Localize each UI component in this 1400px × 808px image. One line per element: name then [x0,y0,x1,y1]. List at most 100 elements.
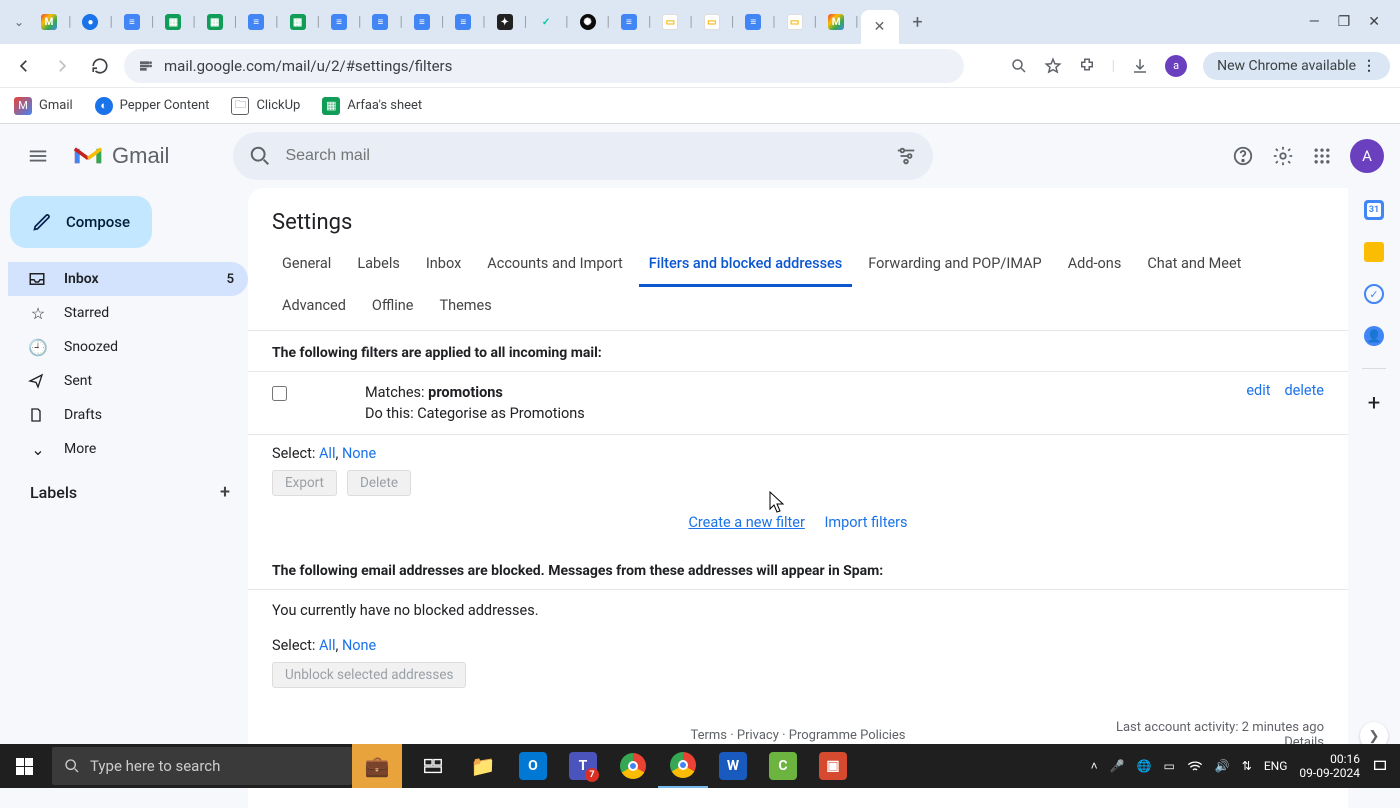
tab-doc-2[interactable]: ≡ [239,7,273,37]
tab-check[interactable]: ✓ [529,7,563,37]
tab-dark[interactable]: ✦ [488,7,522,37]
calendar-icon[interactable]: 31 [1364,200,1384,220]
tab-sheet-1[interactable]: ▦ [156,7,190,37]
back-button[interactable] [10,52,38,80]
sidebar-item-drafts[interactable]: Drafts [8,398,248,432]
support-icon[interactable] [1232,145,1254,167]
add-label-icon[interactable]: + [220,482,230,503]
tab-doc-8[interactable]: ≡ [736,7,770,37]
tab-sheet-2[interactable]: ▦ [198,7,232,37]
bookmark-star-icon[interactable] [1044,57,1062,75]
reload-button[interactable] [86,52,114,80]
taskbar-app-briefcase[interactable]: 💼 [352,744,402,788]
gmail-logo[interactable]: Gmail [72,143,169,169]
bookmark-gmail[interactable]: M Gmail [14,97,73,115]
tab-slides-1[interactable]: ▭ [653,7,687,37]
sidebar-item-inbox[interactable]: Inbox 5 [8,262,248,296]
select-all-link[interactable]: All [319,445,336,462]
sidebar-item-more[interactable]: ⌄ More [8,432,248,466]
tab-chat[interactable]: Chat and Meet [1137,245,1251,287]
site-info-icon[interactable] [138,58,154,74]
taskbar-app-red[interactable]: ▣ [808,744,858,788]
tab-accounts[interactable]: Accounts and Import [477,245,632,287]
forward-button[interactable] [48,52,76,80]
tab-addons[interactable]: Add-ons [1058,245,1132,287]
search-icon[interactable] [249,145,271,167]
select-none-link[interactable]: None [342,445,376,462]
tab-slides-3[interactable]: ▭ [778,7,812,37]
delete-filter-link[interactable]: delete [1284,382,1324,399]
tab-doc-3[interactable]: ≡ [322,7,356,37]
chrome-update-button[interactable]: New Chrome available ⋮ [1203,52,1390,80]
taskbar-search[interactable]: Type here to search [52,747,352,785]
taskbar-camtasia[interactable]: C [758,744,808,788]
select-all-blocked-link[interactable]: All [319,637,336,654]
tab-active-settings[interactable]: ✕ [861,10,899,44]
tab-filters[interactable]: Filters and blocked addresses [639,245,853,287]
taskbar-word[interactable]: W [708,744,758,788]
tab-forwarding[interactable]: Forwarding and POP/IMAP [858,245,1051,287]
taskbar-taskview[interactable] [408,744,458,788]
tray-wifi-icon[interactable] [1187,759,1203,773]
tray-globe-icon[interactable]: 🌐 [1137,759,1152,773]
tab-gmail[interactable]: M [32,7,66,37]
compose-button[interactable]: Compose [10,196,152,248]
zoom-icon[interactable] [1010,57,1028,75]
settings-gear-icon[interactable] [1272,145,1294,167]
close-tab-icon[interactable]: ✕ [874,19,886,35]
apps-grid-icon[interactable] [1312,146,1332,166]
export-button[interactable]: Export [272,470,337,496]
minimize-button[interactable]: — [1309,14,1320,30]
keep-icon[interactable] [1364,242,1384,262]
bookmark-pepper[interactable]: ◐ Pepper Content [95,97,210,115]
tab-offline[interactable]: Offline [362,287,424,326]
tab-themes[interactable]: Themes [429,287,501,326]
delete-button[interactable]: Delete [347,470,411,496]
tray-lang[interactable]: ENG [1264,759,1288,773]
taskbar-chrome-1[interactable] [608,744,658,788]
sidebar-item-sent[interactable]: Sent [8,364,248,398]
sidebar-item-starred[interactable]: ☆ Starred [8,296,248,330]
unblock-button[interactable]: Unblock selected addresses [272,662,466,688]
sidebar-item-snoozed[interactable]: 🕘 Snoozed [8,330,248,364]
tray-sync-icon[interactable]: ⇅ [1242,759,1252,773]
tab-openai[interactable]: ✺ [571,7,605,37]
edit-filter-link[interactable]: edit [1246,382,1270,399]
tray-mic-icon[interactable]: 🎤 [1110,759,1125,773]
create-filter-link[interactable]: Create a new filter [688,514,804,531]
extensions-icon[interactable] [1078,57,1096,75]
omnibox[interactable]: mail.google.com/mail/u/2/#settings/filte… [124,49,964,83]
taskbar-chrome-2[interactable] [658,744,708,788]
tray-chevron-icon[interactable]: ˄ [1091,759,1098,773]
maximize-button[interactable]: ❐ [1338,14,1351,30]
tab-gmail-2[interactable]: M [819,7,853,37]
taskbar-teams[interactable]: T7 [558,744,608,788]
tray-volume-icon[interactable]: 🔊 [1215,759,1230,773]
contacts-icon[interactable]: 👤 [1364,326,1384,346]
tab-doc-5[interactable]: ≡ [405,7,439,37]
taskbar-outlook[interactable]: O [508,744,558,788]
terms-link[interactable]: Terms [690,728,727,743]
hamburger-menu-icon[interactable] [16,134,60,178]
profile-avatar-small[interactable]: a [1165,55,1187,77]
tab-doc-4[interactable]: ≡ [363,7,397,37]
tab-advanced[interactable]: Advanced [272,287,356,326]
tab-doc-6[interactable]: ≡ [446,7,480,37]
tasks-icon[interactable]: ✓ [1364,284,1384,304]
close-window-button[interactable]: ✕ [1368,14,1380,30]
search-bar[interactable] [233,132,933,180]
bookmark-clickup[interactable]: 🗀 ClickUp [231,97,300,115]
tabs-dropdown-icon[interactable]: ⌄ [6,15,32,29]
policies-link[interactable]: Programme Policies [789,728,906,743]
select-none-blocked-link[interactable]: None [342,637,376,654]
tab-labels[interactable]: Labels [347,245,410,287]
tray-battery-icon[interactable]: ▭ [1163,759,1174,773]
downloads-icon[interactable] [1131,57,1149,75]
tab-slides-2[interactable]: ▭ [695,7,729,37]
tray-notifications-icon[interactable] [1372,758,1388,774]
tab-circle[interactable]: ● [73,7,107,37]
tab-doc-7[interactable]: ≡ [612,7,646,37]
taskbar-explorer[interactable]: 📁 [458,744,508,788]
privacy-link[interactable]: Privacy [737,728,779,743]
account-avatar[interactable]: A [1350,139,1384,173]
